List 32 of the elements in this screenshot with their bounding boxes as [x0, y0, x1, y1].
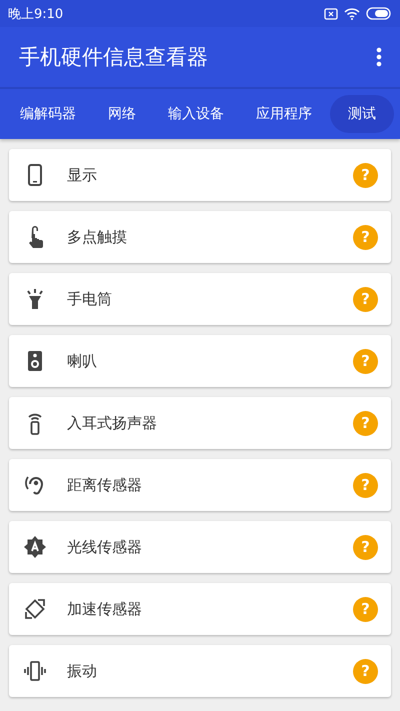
test-label: 振动 [67, 662, 98, 680]
more-icon [376, 47, 382, 67]
test-card[interactable]: 振动 ? [9, 645, 391, 697]
status-time: 晚上9:10 [8, 6, 64, 22]
test-card[interactable]: 距离传感器 ? [9, 459, 391, 511]
test-label: 显示 [67, 166, 98, 184]
no-sim-icon [324, 8, 338, 20]
brightness-icon [23, 535, 47, 559]
wifi-icon [344, 8, 360, 20]
test-card[interactable]: 光线传感器 ? [9, 521, 391, 573]
test-card[interactable]: 手电筒 ? [9, 273, 391, 325]
test-label: 多点触摸 [67, 228, 128, 246]
tab[interactable]: 编解码器 [6, 95, 90, 133]
test-label: 加速传感器 [67, 600, 143, 618]
tab[interactable]: 输入设备 [154, 95, 238, 133]
test-card[interactable]: 入耳式扬声器 ? [9, 397, 391, 449]
test-card[interactable]: 多点触摸 ? [9, 211, 391, 263]
tab[interactable]: 应用程序 [242, 95, 326, 133]
test-label: 距离传感器 [67, 476, 143, 494]
test-label: 喇叭 [67, 352, 98, 370]
battery-icon [366, 7, 392, 20]
tab[interactable]: 测试 [330, 95, 394, 133]
rotate-icon [23, 597, 47, 621]
test-label: 光线传感器 [67, 538, 143, 556]
app-title: 手机硬件信息查看器 [19, 44, 208, 71]
test-card[interactable]: 显示 ? [9, 149, 391, 201]
tab[interactable]: 网络 [94, 95, 150, 133]
test-label: 手电筒 [67, 290, 113, 308]
vibration-icon [23, 659, 47, 683]
test-label: 入耳式扬声器 [67, 414, 158, 432]
test-card[interactable]: 加速传感器 ? [9, 583, 391, 635]
test-card[interactable]: 喇叭 ? [9, 335, 391, 387]
